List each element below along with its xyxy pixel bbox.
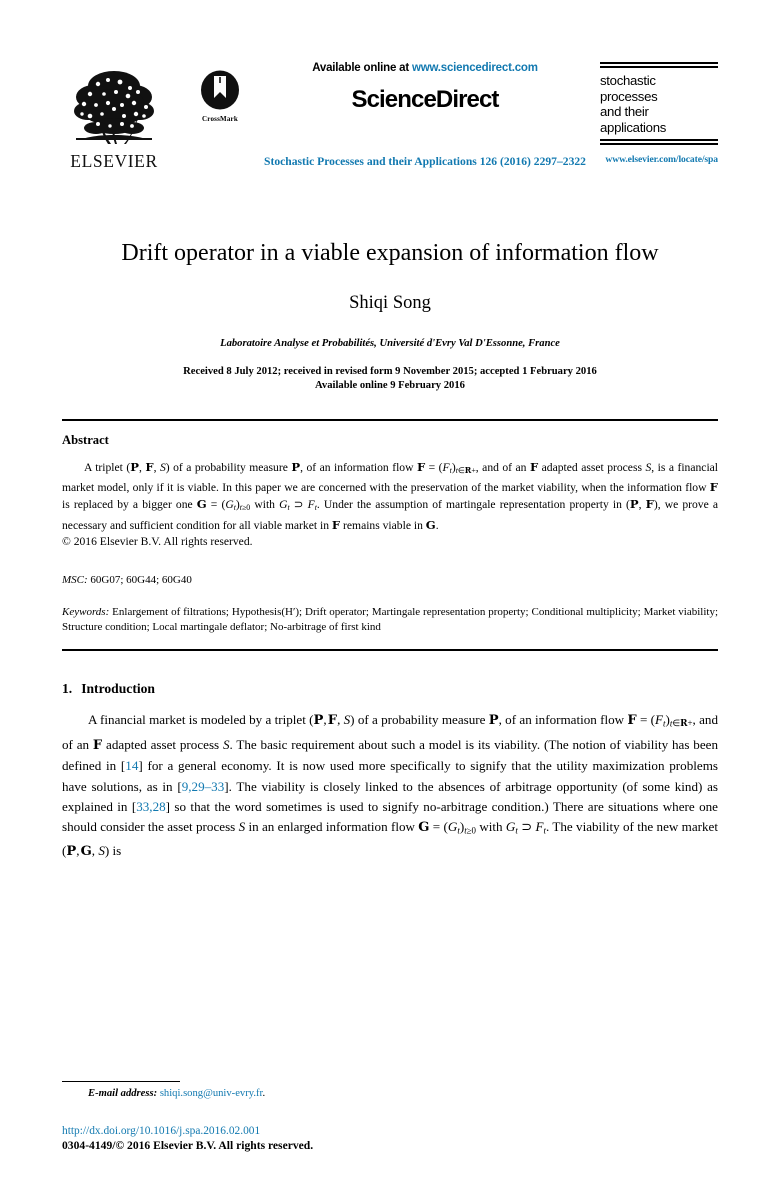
- citation-link[interactable]: 14: [125, 758, 138, 773]
- journal-cover-box: stochastic processes and their applicati…: [600, 62, 718, 165]
- journal-box-bottom-rule: [600, 139, 718, 145]
- section-heading-introduction: 1. Introduction: [62, 681, 718, 697]
- citation-link[interactable]: 9,29–33: [182, 779, 225, 794]
- received-line: Received 8 July 2012; received in revise…: [183, 366, 597, 377]
- section-title: Introduction: [81, 680, 155, 696]
- sciencedirect-block: Available online at www.sciencedirect.co…: [260, 62, 590, 114]
- email-label: E-mail address:: [88, 1088, 158, 1099]
- msc-line: MSC: 60G07; 60G44; 60G40: [62, 574, 718, 586]
- journal-box-line-1: stochastic: [600, 73, 656, 88]
- journal-box-title: stochastic processes and their applicati…: [600, 73, 718, 135]
- keywords-line: Keywords: Enlargement of filtrations; Hy…: [62, 605, 718, 635]
- elsevier-logo: ELSEVIER: [62, 64, 166, 172]
- abstract-bottom-rule: [62, 648, 718, 651]
- abstract-top-rule: [62, 419, 718, 421]
- crossmark-icon: [201, 70, 239, 110]
- sciencedirect-wordmark: ScienceDirect: [351, 86, 499, 113]
- email-trailing-period: .: [262, 1088, 266, 1099]
- msc-value: 60G07; 60G44; 60G40: [90, 573, 192, 586]
- crossmark-label: CrossMark: [202, 115, 238, 123]
- abstract-copyright: © 2016 Elsevier B.V. All rights reserved…: [62, 534, 253, 548]
- journal-box-line-3: and their: [600, 104, 649, 119]
- abstract-heading: Abstract: [62, 433, 109, 447]
- page-title: Drift operator in a viable expansion of …: [121, 240, 659, 266]
- doi-link[interactable]: http://dx.doi.org/10.1016/j.spa.2016.02.…: [62, 1125, 718, 1137]
- author-name: Shiqi Song: [349, 293, 431, 313]
- journal-box-line-2: processes: [600, 88, 658, 104]
- sciencedirect-url-link[interactable]: www.sciencedirect.com: [412, 62, 538, 74]
- page-footer: E-mail address: shiqi.song@univ-evry.fr.…: [62, 1081, 718, 1152]
- journal-box-line-4: applications: [600, 119, 667, 135]
- title-block: Drift operator in a viable expansion of …: [62, 238, 718, 393]
- masthead: ELSEVIER CrossMark Available online at w…: [62, 62, 718, 192]
- paper-page: ELSEVIER CrossMark Available online at w…: [0, 62, 780, 1196]
- journal-box-top-rule: [600, 62, 718, 68]
- available-online-date: Available online 9 February 2016: [315, 380, 465, 391]
- available-online-line: Available online at www.sciencedirect.co…: [260, 62, 590, 74]
- elsevier-tree-icon: [74, 71, 154, 144]
- footnote-rule: [62, 1081, 180, 1082]
- abstract-text: A triplet (P, F, S) of a probability mea…: [62, 460, 719, 532]
- section-number: 1.: [62, 680, 73, 696]
- introduction-paragraph: A financial market is modeled by a tripl…: [62, 711, 719, 860]
- elsevier-wordmark: ELSEVIER: [70, 151, 158, 171]
- journal-citation-line[interactable]: Stochastic Processes and their Applicati…: [260, 155, 590, 168]
- keywords-value: Enlargement of filtrations; Hypothesis(H…: [62, 605, 718, 633]
- keywords-label: Keywords:: [62, 605, 110, 618]
- citation-link[interactable]: 33,28: [136, 799, 165, 814]
- journal-homepage-link[interactable]: www.elsevier.com/locate/spa: [600, 154, 718, 165]
- email-footnote: E-mail address: shiqi.song@univ-evry.fr.: [62, 1088, 718, 1099]
- email-link[interactable]: shiqi.song@univ-evry.fr: [160, 1088, 263, 1099]
- crossmark-badge[interactable]: CrossMark: [189, 70, 251, 123]
- issn-copyright-line: 0304-4149/© 2016 Elsevier B.V. All right…: [62, 1139, 314, 1152]
- msc-label: MSC:: [62, 573, 88, 586]
- available-online-prefix: Available online at: [312, 62, 412, 74]
- author-affiliation: Laboratoire Analyse et Probabilités, Uni…: [220, 338, 560, 349]
- article-history: Received 8 July 2012; received in revise…: [62, 365, 718, 393]
